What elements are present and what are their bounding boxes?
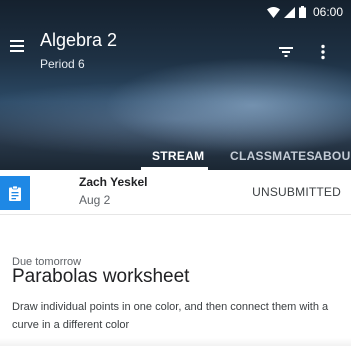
menu-icon[interactable] xyxy=(6,34,30,58)
wifi-icon xyxy=(266,6,280,18)
top-app-bar: Algebra 2 Period 6 xyxy=(0,24,351,80)
class-header-banner: 06:00 Algebra 2 Period 6 STREAM CLASSMAT… xyxy=(0,0,351,170)
signal-icon xyxy=(283,6,295,18)
student-name: Zach Yeskel xyxy=(79,175,148,189)
more-vert-icon[interactable] xyxy=(313,42,333,62)
assignment-title: Parabolas worksheet xyxy=(12,266,190,287)
card-bottom-edge xyxy=(0,338,351,346)
assignment-date: Aug 2 xyxy=(79,193,111,207)
assignment-icon xyxy=(0,176,30,210)
tab-stream[interactable]: STREAM xyxy=(152,149,204,163)
class-title: Algebra 2 xyxy=(40,30,118,50)
battery-icon xyxy=(298,6,306,18)
class-section: Period 6 xyxy=(40,57,85,71)
tab-about[interactable]: ABOU xyxy=(314,149,351,163)
screen-edge xyxy=(351,0,362,346)
tab-classmates[interactable]: CLASSMATES xyxy=(230,149,315,163)
assignment-description: Draw individual points in one color, and… xyxy=(12,301,329,331)
status-bar: 06:00 xyxy=(0,0,351,24)
tab-bar: STREAM CLASSMATES ABOU xyxy=(0,140,351,170)
filter-icon[interactable] xyxy=(276,42,296,62)
submission-status: UNSUBMITTED xyxy=(252,185,341,199)
app-screen: 06:00 Algebra 2 Period 6 STREAM CLASSMAT… xyxy=(0,0,351,346)
status-time: 06:00 xyxy=(312,5,343,19)
assignment-header[interactable]: Zach Yeskel Aug 2 UNSUBMITTED xyxy=(0,170,351,215)
